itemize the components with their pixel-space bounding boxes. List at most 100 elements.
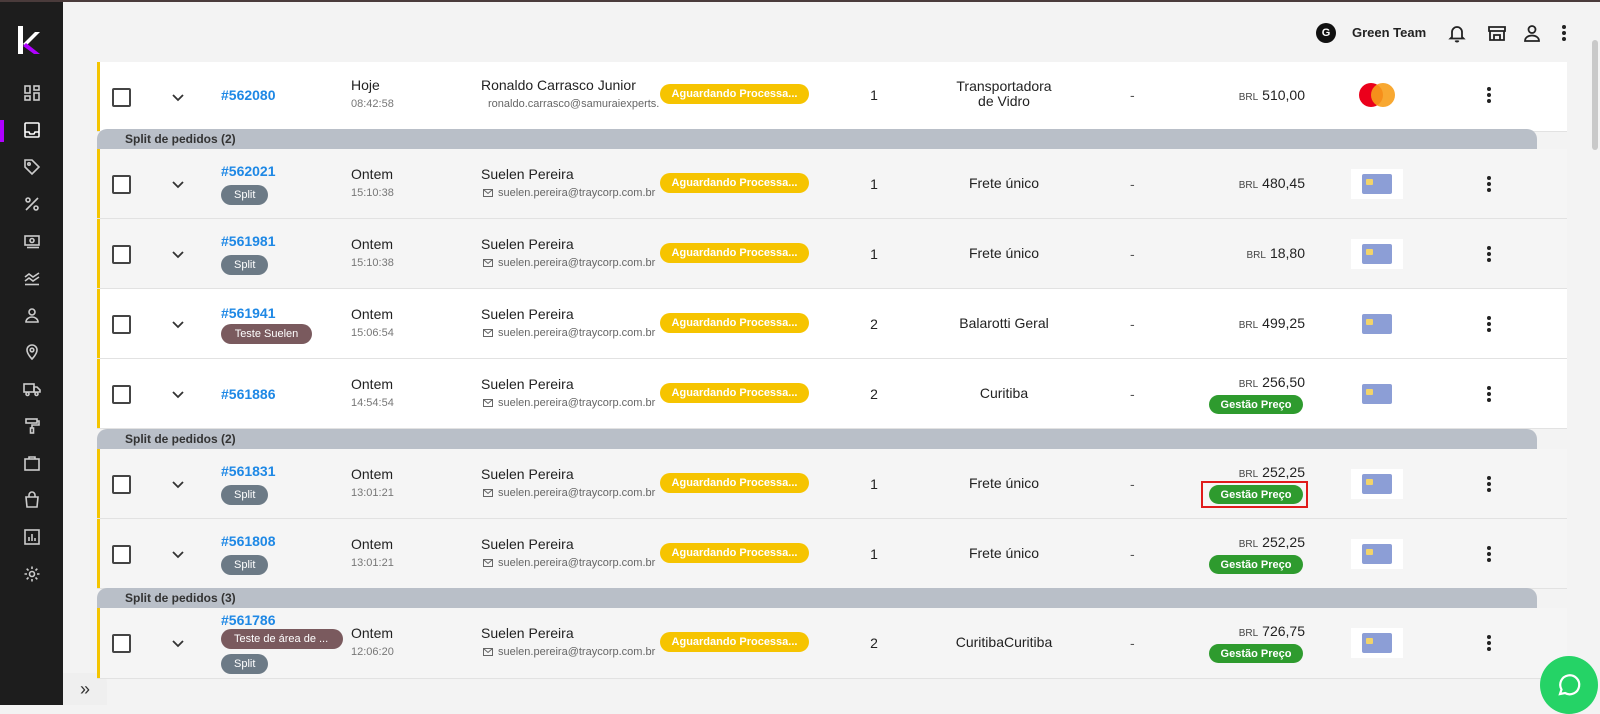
- order-id-link[interactable]: #562021: [221, 163, 276, 179]
- shipping-line-2: de Vidro: [978, 93, 1030, 109]
- sidebar-item-orders[interactable]: [0, 115, 63, 145]
- shipping-line-1: CuritibaCuritiba: [955, 634, 1053, 650]
- order-id-link[interactable]: #561981: [221, 233, 276, 249]
- chevron-down-icon[interactable]: [170, 476, 186, 492]
- team-avatar[interactable]: G: [1316, 23, 1336, 43]
- split-group-label: Split de pedidos (2): [125, 432, 236, 446]
- sidebar-item-finance[interactable]: [0, 226, 63, 256]
- sidebar-item-business[interactable]: [0, 448, 63, 478]
- page-scrollbar[interactable]: [1592, 40, 1598, 150]
- table-row[interactable]: #561808 Split Ontem 13:01:21 Suelen Pere…: [97, 519, 1567, 589]
- status-badge[interactable]: Aguardando Processa...: [660, 173, 809, 193]
- order-time: 15:10:38: [351, 187, 394, 199]
- header-more-button[interactable]: [1553, 22, 1575, 44]
- status-badge[interactable]: Aguardando Processa...: [660, 243, 809, 263]
- row-checkbox[interactable]: [112, 244, 131, 264]
- row-more-button[interactable]: [1479, 544, 1499, 564]
- row-status-stripe: [97, 519, 100, 588]
- paint-roller-icon: [24, 418, 40, 434]
- row-more-button[interactable]: [1479, 85, 1499, 105]
- price-management-tag[interactable]: Gestão Preço: [1209, 395, 1303, 414]
- chevron-down-icon[interactable]: [170, 316, 186, 332]
- sidebar-item-products[interactable]: [0, 152, 63, 182]
- price-management-tag[interactable]: Gestão Preço: [1209, 485, 1303, 504]
- row-checkbox[interactable]: [112, 174, 131, 194]
- row-checkbox[interactable]: [112, 634, 131, 653]
- shipping-method: Balarotti Geral: [933, 316, 1075, 331]
- sidebar-item-promotions[interactable]: [0, 189, 63, 219]
- chevron-down-icon[interactable]: [170, 635, 186, 651]
- notifications-button[interactable]: [1446, 22, 1468, 44]
- table-row[interactable]: #561831 Split Ontem 13:01:21 Suelen Pere…: [97, 449, 1567, 519]
- amount-value: 18,80: [1269, 245, 1305, 261]
- order-id-link[interactable]: #561831: [221, 463, 276, 479]
- top-border: [0, 0, 1600, 2]
- order-id-link[interactable]: #561886: [221, 386, 276, 402]
- order-id-link[interactable]: #561786: [221, 612, 276, 628]
- row-more-button[interactable]: [1479, 314, 1499, 334]
- row-checkbox[interactable]: [112, 384, 131, 404]
- payment-method: [1351, 539, 1403, 569]
- status-badge[interactable]: Aguardando Processa...: [660, 313, 809, 333]
- table-row[interactable]: #561886 Ontem 14:54:54 Suelen Pereira su…: [97, 359, 1567, 429]
- customer-name: Suelen Pereira: [481, 376, 574, 392]
- sidebar-item-reports[interactable]: [0, 522, 63, 552]
- credit-card-icon: [1362, 384, 1392, 404]
- sidebar-item-themes[interactable]: [0, 411, 63, 441]
- row-checkbox[interactable]: [112, 474, 131, 494]
- row-more-button[interactable]: [1479, 633, 1499, 653]
- row-more-button[interactable]: [1479, 474, 1499, 494]
- order-tag: Split: [221, 555, 269, 575]
- row-checkbox[interactable]: [112, 87, 131, 107]
- status-badge[interactable]: Aguardando Processa...: [660, 543, 809, 563]
- status-badge[interactable]: Aguardando Processa...: [660, 383, 809, 403]
- table-row[interactable]: #562080 Hoje 08:42:58 Ronaldo Carrasco J…: [97, 62, 1567, 132]
- order-date: Hoje: [351, 77, 380, 93]
- sidebar-item-shipping[interactable]: [0, 374, 63, 404]
- row-checkbox[interactable]: [112, 314, 131, 334]
- status-badge[interactable]: Aguardando Processa...: [660, 473, 809, 493]
- chevron-down-icon[interactable]: [170, 176, 186, 192]
- store-button[interactable]: [1486, 22, 1508, 44]
- price-management-tag[interactable]: Gestão Preço: [1209, 555, 1303, 574]
- chevron-down-icon[interactable]: [170, 546, 186, 562]
- sidebar-item-customers[interactable]: [0, 300, 63, 330]
- payment-method: [1351, 469, 1403, 499]
- table-row[interactable]: #561786 Teste de área de ... Split Ontem…: [97, 608, 1567, 679]
- order-date: Ontem: [351, 166, 394, 182]
- shipping-method: Frete único: [933, 476, 1075, 491]
- more-vertical-icon: [1487, 546, 1491, 562]
- user-icon: [1524, 25, 1540, 42]
- order-date: Ontem: [351, 536, 394, 552]
- sidebar-item-settings[interactable]: [0, 559, 63, 589]
- order-id-link[interactable]: #561941: [221, 305, 276, 321]
- whatsapp-button[interactable]: [1540, 656, 1598, 714]
- mastercard-icon: [1359, 83, 1395, 107]
- order-id-link[interactable]: #561808: [221, 533, 276, 549]
- table-row[interactable]: #561941 Teste Suelen Ontem 15:06:54 Suel…: [97, 289, 1567, 359]
- app-logo[interactable]: [17, 26, 41, 56]
- chevron-down-icon[interactable]: [170, 386, 186, 402]
- table-row[interactable]: #561981 Split Ontem 15:10:38 Suelen Pere…: [97, 219, 1567, 289]
- order-id-link[interactable]: #562080: [221, 87, 276, 103]
- sidebar-item-analytics[interactable]: [0, 263, 63, 293]
- price-management-tag[interactable]: Gestão Preço: [1209, 644, 1303, 663]
- sidebar-item-dashboard[interactable]: [0, 78, 63, 108]
- empty-cell: -: [1130, 316, 1135, 332]
- shipping-method: Frete único: [933, 546, 1075, 561]
- status-badge[interactable]: Aguardando Processa...: [660, 632, 809, 652]
- row-status-stripe: [97, 149, 100, 218]
- table-row[interactable]: #562021 Split Ontem 15:10:38 Suelen Pere…: [97, 149, 1567, 219]
- sidebar-item-shop[interactable]: [0, 485, 63, 515]
- chevron-down-icon[interactable]: [170, 89, 186, 105]
- row-checkbox[interactable]: [112, 544, 131, 564]
- row-more-button[interactable]: [1479, 384, 1499, 404]
- row-more-button[interactable]: [1479, 174, 1499, 194]
- status-badge[interactable]: Aguardando Processa...: [660, 84, 809, 104]
- chevron-down-icon[interactable]: [170, 246, 186, 262]
- profile-button[interactable]: [1521, 22, 1543, 44]
- shipping-method: Curitiba: [933, 386, 1075, 401]
- sidebar-item-locations[interactable]: [0, 337, 63, 367]
- team-name[interactable]: Green Team: [1352, 25, 1426, 40]
- row-more-button[interactable]: [1479, 244, 1499, 264]
